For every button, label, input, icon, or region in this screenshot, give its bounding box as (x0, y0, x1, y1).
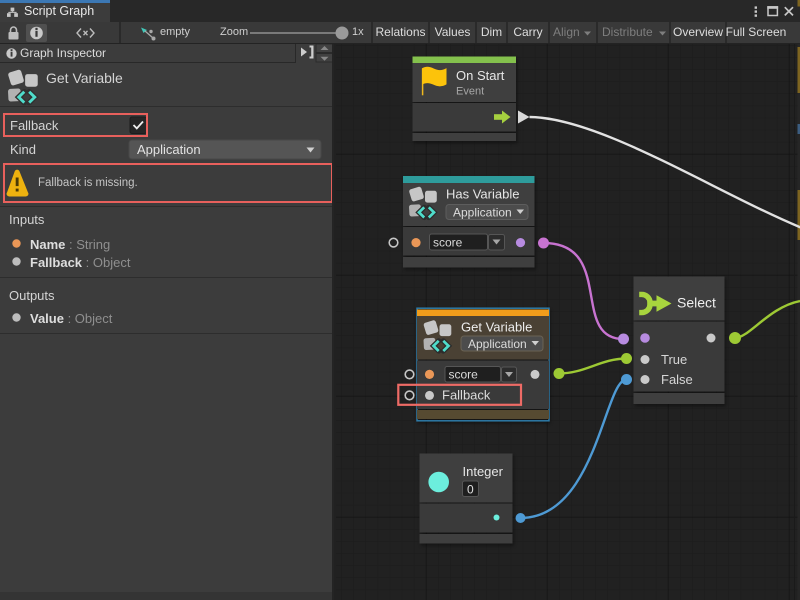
svg-text:True: True (661, 352, 687, 367)
svg-text:Application: Application (453, 206, 512, 220)
svg-text:Has Variable: Has Variable (446, 187, 519, 202)
svg-text:Fallback: Fallback (442, 388, 491, 403)
svg-text:Integer: Integer (463, 464, 504, 479)
svg-text:0: 0 (467, 483, 474, 497)
svg-text:False: False (661, 372, 693, 387)
svg-text:Get Variable: Get Variable (461, 320, 532, 335)
svg-text:score: score (433, 236, 463, 250)
svg-text:Application: Application (468, 337, 527, 351)
svg-text:score: score (449, 368, 479, 382)
svg-text:Event: Event (456, 86, 484, 98)
svg-text:Select: Select (677, 295, 716, 311)
svg-text:On Start: On Start (456, 68, 505, 83)
